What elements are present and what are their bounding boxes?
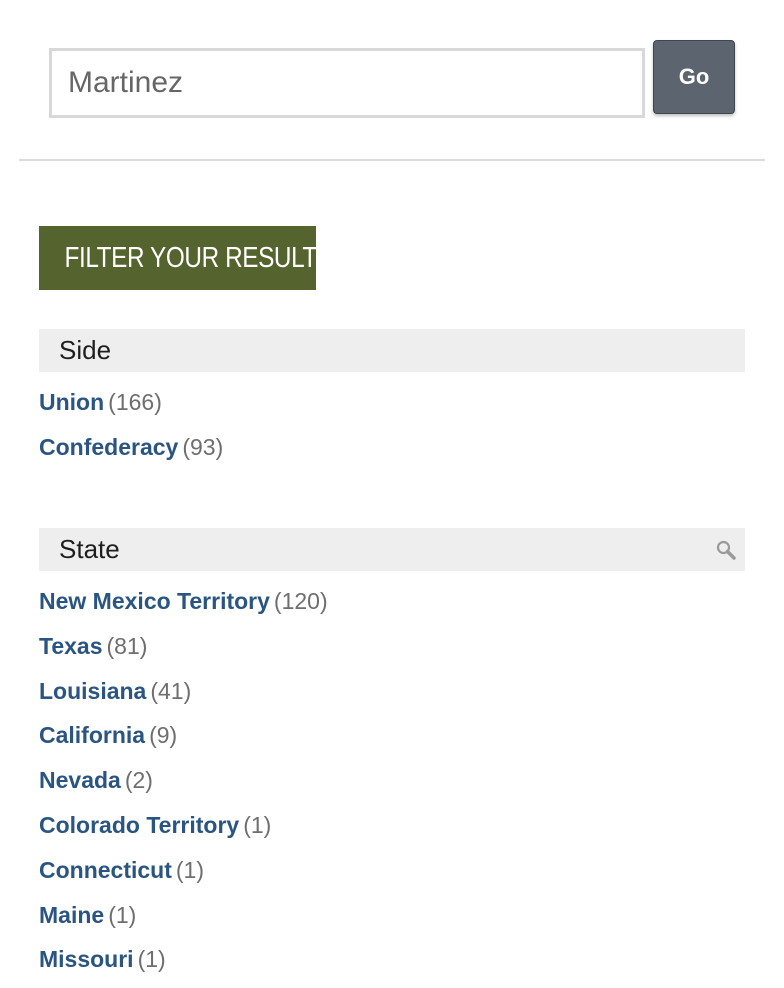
facet-link-texas[interactable]: Texas — [39, 633, 103, 659]
facet-list-side: Union (166) Confederacy (93) — [39, 380, 745, 470]
search-input[interactable] — [49, 48, 645, 118]
facet-count: (166) — [108, 389, 162, 415]
facet-item: Connecticut (1) — [39, 848, 745, 893]
facet-item: Texas (81) — [39, 624, 745, 669]
facet-count: (1) — [243, 811, 272, 838]
facet-item: California (9) — [39, 713, 745, 758]
facet-link-confederacy[interactable]: Confederacy — [39, 434, 178, 460]
filter-heading: FILTER YOUR RESULTS — [39, 226, 316, 290]
facet-item: Union (166) — [39, 380, 745, 425]
facet-count: (93) — [182, 433, 224, 460]
facet-link-union[interactable]: Union — [39, 389, 104, 415]
facet-count: (1) — [137, 946, 166, 973]
filter-heading-label: FILTER YOUR RESULTS — [64, 242, 316, 274]
facet-item: Louisiana (41) — [39, 669, 745, 714]
facet-link-new-mexico-territory[interactable]: New Mexico Territory — [39, 588, 270, 614]
facet-list-state: New Mexico Territory (120) Texas (81) Loui… — [39, 579, 745, 982]
facet-item: Colorado Territory (1) — [39, 803, 745, 848]
facet-title-side: Side — [59, 335, 112, 365]
facet-link-nevada[interactable]: Nevada — [39, 767, 121, 793]
facet-count: (120) — [273, 588, 328, 614]
facet-count: (2) — [124, 767, 153, 794]
facet-link-colorado-territory[interactable]: Colorado Territory — [39, 812, 239, 838]
facet-link-connecticut[interactable]: Connecticut — [39, 857, 172, 883]
facet-count: (1) — [108, 901, 137, 928]
divider — [19, 159, 765, 161]
facet-header-state: State — [39, 528, 745, 571]
facet-side: Side Union (166) Confederacy (93) — [39, 329, 745, 470]
magnifier-icon[interactable] — [715, 539, 737, 561]
facet-count: (41) — [150, 677, 192, 704]
facet-link-maine[interactable]: Maine — [39, 902, 104, 928]
facet-item: New Mexico Territory (120) — [39, 579, 745, 624]
facet-item: Missouri (1) — [39, 937, 745, 982]
facet-header-side: Side — [39, 329, 745, 372]
facet-count: (81) — [106, 632, 148, 659]
facet-item: Maine (1) — [39, 893, 745, 938]
facet-count: (9) — [149, 722, 178, 749]
search-results-page: Go FILTER YOUR RESULTS Side Union(166) C… — [0, 0, 784, 988]
facet-link-california[interactable]: California — [39, 722, 145, 748]
facet-link-missouri[interactable]: Missouri — [39, 946, 134, 972]
facet-link-louisiana[interactable]: Louisiana — [39, 678, 146, 704]
facet-item: Nevada (2) — [39, 758, 745, 803]
facet-item: Confederacy (93) — [39, 425, 745, 470]
facet-count: (1) — [175, 856, 205, 883]
search-bar: Go — [49, 40, 739, 118]
go-button[interactable]: Go — [653, 40, 735, 114]
facet-state: State New Mexico Territory (120) Texas (81… — [39, 528, 745, 982]
facet-title-state: State — [59, 534, 120, 564]
